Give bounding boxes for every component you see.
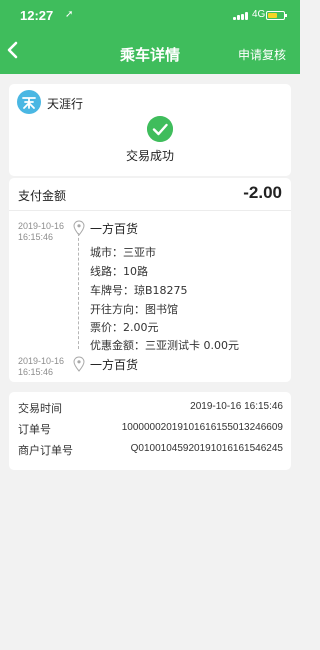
merchant-order-number-value: Q010010459201910161615462​45 — [130, 443, 283, 454]
order-info-card: 交易时间 2019-10-16 16:15:46 订单号 10000002019… — [9, 392, 291, 470]
location-arrow-icon: ➚ — [65, 9, 74, 20]
success-check-icon — [147, 116, 173, 142]
top-bar: 12:27 ➚ 4G 乘车详情 申请复核 — [0, 0, 300, 74]
network-type: 4G — [252, 9, 266, 20]
detail-direction: 开往方向：图书馆 — [90, 303, 178, 316]
trade-time-value: 2019-10-16 16:15:46 — [190, 401, 283, 412]
detail-route: 线路：10路 — [90, 265, 148, 278]
payment-amount: -2.00 — [243, 183, 282, 202]
merchant-name: 天涯行 — [47, 97, 84, 111]
order-number-value: 10000002019101616155013246609 — [121, 422, 283, 433]
detail-plate: 车牌号：琼B18275 — [90, 284, 188, 297]
status-time: 12:27 — [20, 8, 54, 23]
order-number-label: 订单号 — [18, 423, 51, 436]
nav-bar: 乘车详情 申请复核 — [0, 28, 300, 74]
merchant-logo-icon — [17, 90, 41, 114]
signal-icon — [233, 12, 249, 20]
merchant-order-number-label: 商户订单号 — [18, 444, 73, 457]
detail-city: 城市：三亚市 — [90, 246, 156, 259]
route-line — [78, 233, 79, 349]
battery-icon — [266, 11, 287, 20]
detail-fare: 票价：2.00元 — [90, 321, 159, 334]
trip-card: 支付金额 -2.00 2019-10-16 16:15:46 一方百货 城市：三亚… — [9, 178, 291, 382]
payment-label: 支付金额 — [18, 189, 67, 203]
end-location-pin-icon — [73, 356, 85, 372]
end-stop: 一方百货 — [90, 358, 139, 372]
request-review-button[interactable]: 申请复核 — [238, 46, 286, 63]
end-timestamp: 2019-10-16 16:15:46 — [18, 356, 65, 377]
start-stop: 一方百货 — [90, 222, 139, 236]
status-bar: 12:27 ➚ 4G — [0, 0, 300, 28]
divider — [9, 210, 291, 211]
trade-time-label: 交易时间 — [18, 402, 62, 415]
detail-discount: 优惠金额：三亚测试卡 0.00元 — [90, 339, 239, 352]
start-location-pin-icon — [73, 220, 85, 236]
transaction-status: 交易成功 — [125, 149, 174, 163]
start-timestamp: 2019-10-16 16:15:46 — [18, 221, 65, 242]
merchant-card: 天涯行 交易成功 — [9, 84, 291, 176]
